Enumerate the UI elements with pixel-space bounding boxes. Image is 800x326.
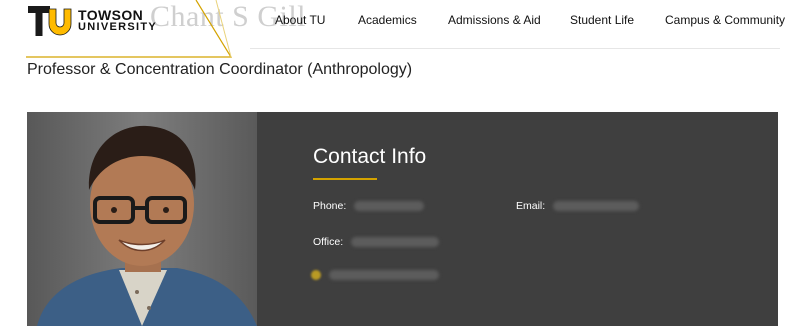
nav-academics[interactable]: Academics xyxy=(358,13,448,27)
email-value-redacted[interactable] xyxy=(553,201,640,211)
office-field: Office: xyxy=(313,236,440,248)
logo-line-2: UNIVERSITY xyxy=(78,21,158,33)
tu-logo-icon xyxy=(28,6,72,36)
phone-value-redacted[interactable] xyxy=(354,201,425,211)
extra-link-field xyxy=(311,270,439,280)
extra-link-redacted[interactable] xyxy=(329,270,439,280)
phone-label: Phone: xyxy=(313,200,347,212)
page-subtitle: Professor & Concentration Coordinator (A… xyxy=(27,61,413,78)
nav-student-life[interactable]: Student Life xyxy=(570,13,665,27)
contact-heading: Contact Info xyxy=(313,145,427,168)
office-label: Office: xyxy=(313,236,344,248)
towson-logo[interactable]: TOWSON UNIVERSITY xyxy=(28,6,157,36)
profile-photo xyxy=(27,112,257,326)
phone-field: Phone: xyxy=(313,200,425,212)
email-label: Email: xyxy=(516,200,546,212)
email-field: Email: xyxy=(516,200,640,212)
contact-heading-underline xyxy=(313,178,377,180)
nav-about-tu[interactable]: About TU xyxy=(275,13,358,27)
nav-divider xyxy=(250,48,780,49)
portrait-illustration xyxy=(27,112,257,326)
link-icon xyxy=(311,270,321,280)
nav-admissions-aid[interactable]: Admissions & Aid xyxy=(448,13,570,27)
main-nav: About TU Academics Admissions & Aid Stud… xyxy=(275,13,785,27)
nav-campus-community[interactable]: Campus & Community xyxy=(665,13,785,27)
logo-wordmark: TOWSON UNIVERSITY xyxy=(78,7,158,33)
profile-band: Contact Info Phone: Email: Office: xyxy=(27,112,778,326)
logo-line-1: TOWSON xyxy=(78,7,144,23)
site-header: Chant S Gill TOWSON UNIVERSITY About TU … xyxy=(0,0,800,58)
contact-info: Contact Info xyxy=(313,145,426,180)
office-value-redacted xyxy=(351,237,440,247)
